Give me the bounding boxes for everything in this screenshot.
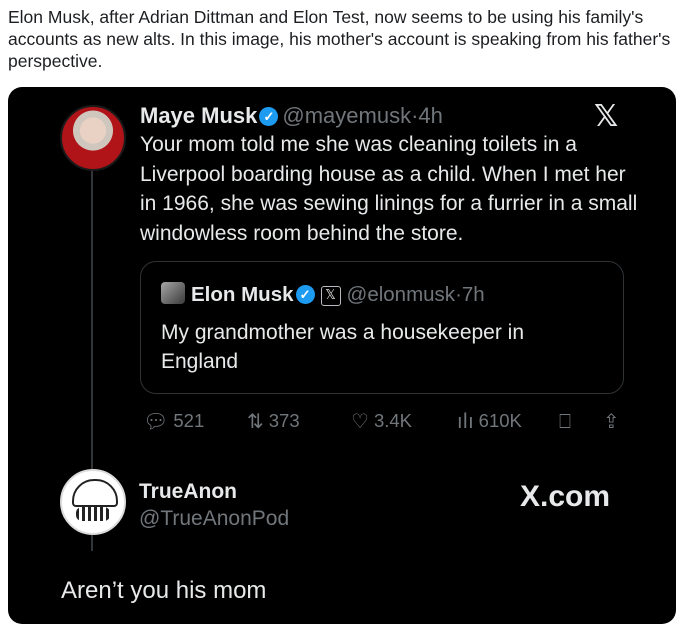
reply-count: 521 [173,410,205,431]
trueanon-avatar[interactable] [60,469,126,535]
quoted-tweet-text: My grandmother was a housekeeper in Engl… [161,321,525,373]
views-button[interactable]: ılı 610K [457,406,522,436]
author-name[interactable]: Maye Musk [140,103,257,128]
like-button[interactable]: ♡ 3.4K [351,406,412,436]
main-tweet-text: Your mom told me she was cleaning toilet… [140,133,638,245]
tweet-time[interactable]: 4h [418,103,442,128]
repost-count: 373 [268,410,300,431]
x-com-logo: X.com [520,480,611,513]
quoted-tweet-card[interactable]: Elon Musk ✓ 𝕏 @elonmusk·7h My grandmother w… [140,261,624,394]
like-count: 3.4K [373,410,412,431]
share-button[interactable]: ⇪ [603,406,620,436]
quoted-author-handle: @elonmusk [346,283,456,306]
share-icon: ⇪ [603,409,620,433]
author-handle[interactable]: @mayemusk [282,103,411,128]
bookmark-button[interactable]: ⎕ [559,406,571,436]
repost-icon: ⇅ [247,409,264,433]
reply-button[interactable]: 💬︎ 521 [143,406,204,436]
views-count: 610K [478,410,522,431]
quoted-author-name: Elon Musk [191,283,294,306]
post-caption: Elon Musk, after Adrian Dittman and Elon… [8,7,671,71]
verified-badge-icon: ✓ [295,285,315,304]
bookmark-icon: ⎕ [559,409,571,433]
repost-button[interactable]: ⇅ 373 [247,406,300,436]
maye-musk-avatar[interactable] [60,105,126,171]
dot-separator: · [455,283,462,306]
x-logo-icon: 𝕏 [594,99,619,134]
x-affiliation-icon: 𝕏 [320,286,341,306]
reply-text: Aren’t you his mom [61,577,267,604]
quoted-tweet-header: Elon Musk ✓ 𝕏 @elonmusk·7h [161,282,485,308]
reply-icon: 💬︎ [143,409,169,433]
verified-badge-icon: ✓ [259,107,279,126]
main-tweet-header: Maye Musk ✓ @mayemusk·4h [140,101,443,131]
reply-author-handle[interactable]: @TrueAnonPod [139,507,289,531]
elon-musk-avatar [161,282,185,304]
tweet-screenshot: 𝕏 Maye Musk ✓ @mayemusk·4h Your mom told m… [8,87,676,624]
quoted-tweet-time: 7h [461,283,485,306]
heart-icon: ♡ [351,409,369,433]
views-icon: ılı [457,409,474,433]
tweet-actions-bar: 💬︎ 521 ⇅ 373 ♡ 3.4K ılı 610K ⎕ ⇪ [139,406,631,436]
reply-author-name[interactable]: TrueAnon [139,480,237,504]
